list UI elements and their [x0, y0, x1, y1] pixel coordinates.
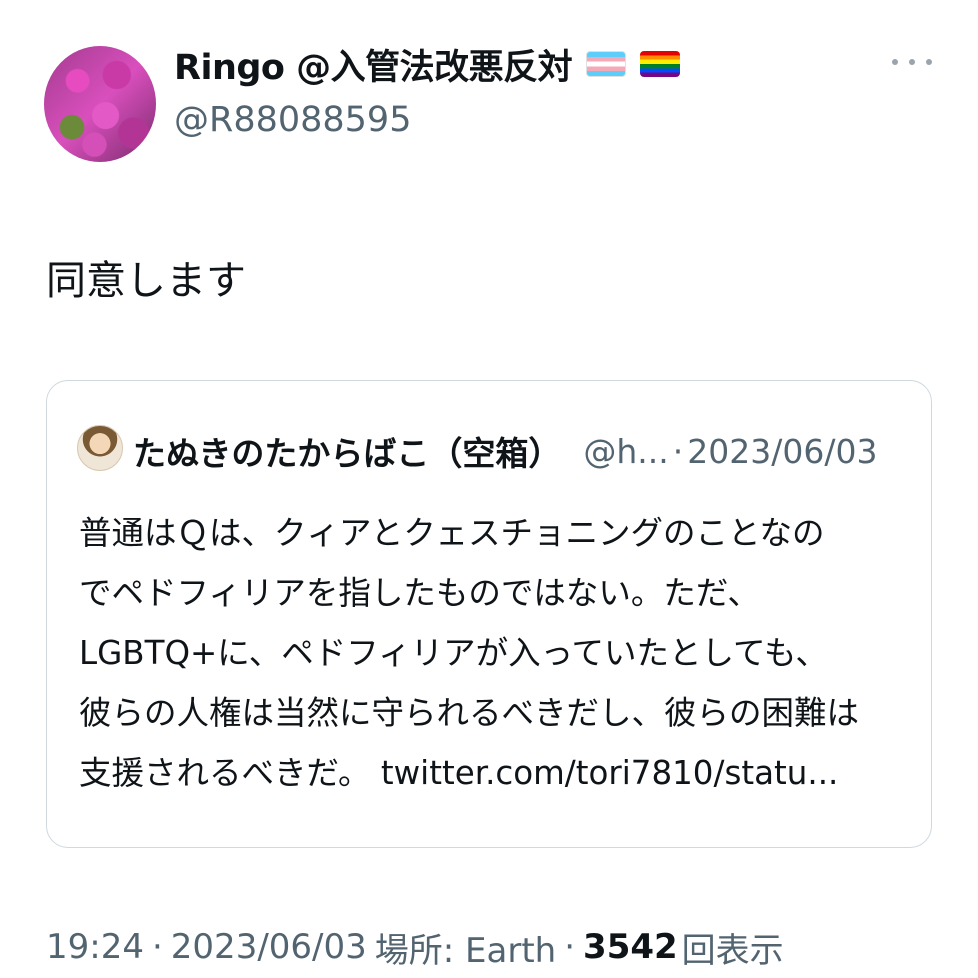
quoted-tweet-text: 普通はＱは、クィアとクェスチョニングのことなの でペドフィリアを指したものではな… — [79, 503, 911, 803]
tweet-text: 同意します — [46, 258, 246, 304]
rainbow-flag-icon — [640, 51, 681, 77]
tweet-time[interactable]: 19:24 — [46, 927, 144, 967]
quoted-author-name: たぬきのたからばこ（空箱） — [133, 434, 562, 473]
quoted-author-avatar — [77, 425, 123, 471]
quoted-text-line: LGBTQ+に、ペドフィリアが入っていたとしても、 — [79, 634, 828, 672]
separator-dot: · — [672, 431, 684, 471]
quoted-tweet-card[interactable]: たぬきのたからばこ（空箱） @h... · 2023/06/03 普通はＱは、ク… — [46, 380, 932, 848]
author-display-name-text: Ringo @入管法改悪反対 — [174, 47, 573, 88]
views-label: 回表示 — [681, 930, 784, 971]
quoted-text-line: でペドフィリアを指したものではない。ただ、 — [79, 574, 760, 612]
quoted-tweet-header: たぬきのたからばこ（空箱） @h... · 2023/06/03 — [133, 429, 891, 474]
quoted-text-line: 普通はＱは、クィアとクェスチョニングのことなの — [79, 514, 825, 552]
quoted-text-line: 支援されるべきだ。 twitter.com/tori7810/statu... — [79, 754, 839, 792]
more-options-icon[interactable] — [892, 50, 932, 74]
tweet-date[interactable]: 2023/06/03 — [171, 927, 367, 967]
tweet-location: 場所: Earth — [374, 930, 557, 971]
more-dot — [909, 59, 915, 65]
author-handle[interactable]: @R88088595 — [174, 100, 411, 140]
views-count: 3542 — [583, 927, 678, 967]
quoted-text-line: 彼らの人権は当然に守られるべきだし、彼らの困難は — [79, 694, 860, 732]
tweet-meta: 19:24 · 2023/06/03 場所: Earth · 3542 回表示 — [46, 922, 784, 972]
quoted-author-handle: @h... — [583, 431, 669, 471]
separator-dot: · — [564, 927, 576, 967]
author-avatar[interactable] — [44, 46, 156, 162]
separator-dot: · — [151, 927, 163, 967]
transgender-flag-icon — [586, 51, 627, 77]
more-dot — [892, 59, 898, 65]
more-dot — [926, 59, 932, 65]
quoted-tweet-date: 2023/06/03 — [687, 431, 878, 471]
author-display-name[interactable]: Ringo @入管法改悪反対 — [174, 40, 681, 88]
